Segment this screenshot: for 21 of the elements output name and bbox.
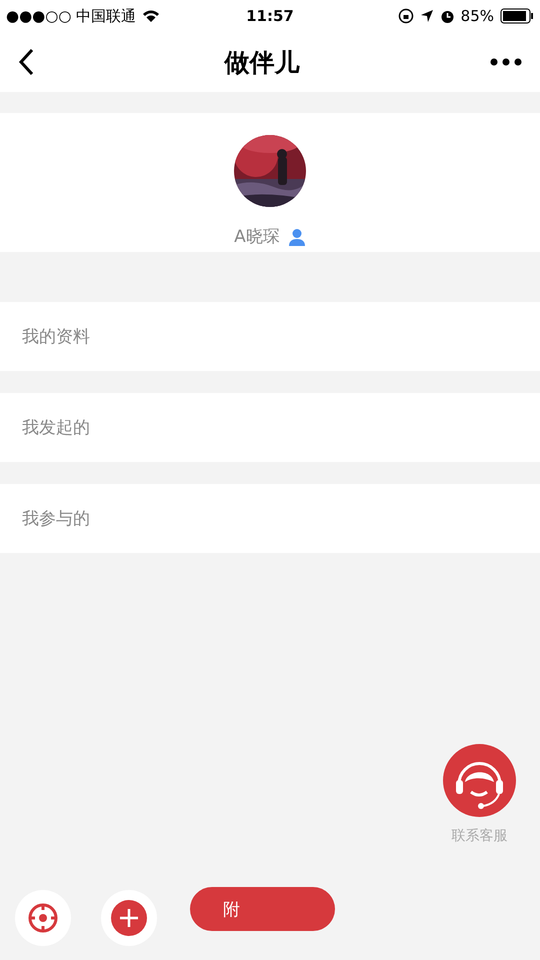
alarm-icon: [440, 8, 455, 24]
wifi-icon: [142, 9, 160, 23]
customer-service-icon[interactable]: [443, 744, 516, 817]
carrier-name: ●●●○○ 中国联通: [6, 6, 136, 26]
service-label: 联系客服: [452, 827, 508, 845]
nearby-button[interactable]: 附: [190, 887, 335, 931]
battery-percent: 85%: [460, 7, 494, 25]
crosshair-icon: [27, 902, 59, 934]
menu-item[interactable]: 我参与的: [0, 484, 540, 553]
more-icon: [490, 58, 522, 66]
clock-time: 11:57: [246, 7, 294, 25]
person-icon: [288, 228, 306, 246]
menu-item[interactable]: 我发起的: [0, 393, 540, 462]
plus-icon: [111, 900, 147, 936]
rotation-lock-icon: [398, 8, 414, 24]
battery-icon: [500, 8, 534, 24]
back-icon: [18, 48, 34, 76]
user-name: A晓琛: [234, 226, 280, 248]
location-arrow-icon: [420, 9, 434, 23]
menu-item[interactable]: 我的资料: [0, 302, 540, 371]
page-title: 做伴儿: [224, 46, 300, 78]
